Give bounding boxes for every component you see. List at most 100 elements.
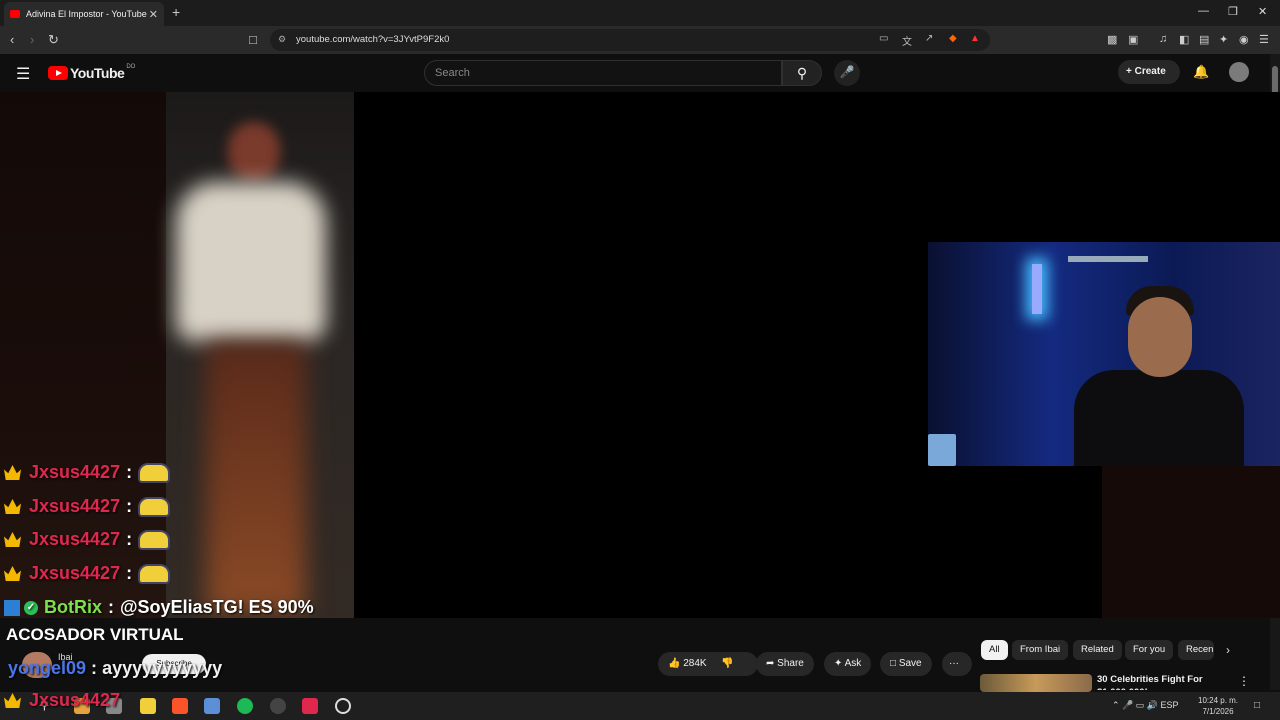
voice-search-button[interactable]: 🎤 <box>834 60 860 86</box>
tab-close-icon[interactable]: ✕ <box>149 8 158 21</box>
country-code: DO <box>126 64 136 70</box>
hamburger-menu-icon[interactable]: ☰ <box>16 64 30 84</box>
youtube-play-icon <box>48 66 68 80</box>
extensions-icon[interactable]: ▩ <box>1107 33 1117 46</box>
site-info-icon[interactable]: ⚙ <box>278 34 286 45</box>
verified-check-icon: ✓ <box>24 600 38 615</box>
chat-message: Jxsus4427 : <box>4 529 171 550</box>
language-indicator[interactable]: ESP <box>1160 700 1178 710</box>
recommended-thumbnail[interactable] <box>980 674 1092 692</box>
ask-button[interactable]: ✦ Ask <box>824 652 872 676</box>
chip-from-ibai[interactable]: From Ibai <box>1012 640 1069 660</box>
system-clock[interactable]: 10:24 p. m. 7/1/2026 <box>1198 695 1238 717</box>
spotify-icon[interactable] <box>237 698 253 714</box>
chat-username: Jxsus4427 <box>29 529 121 549</box>
chat-message-overlay: yongel09 : ayyyyyyyyyyy <box>8 658 223 678</box>
share-button[interactable]: ➦ Share <box>756 652 814 676</box>
chip-recent[interactable]: Recen <box>1178 640 1214 660</box>
windows-taskbar: ⚲ <box>0 692 1280 720</box>
maximize-button[interactable]: ❐ <box>1228 5 1238 18</box>
video-player[interactable] <box>0 92 1280 618</box>
dislike-button[interactable]: 👎 <box>721 658 733 669</box>
browser-toolbar: ‹ › ↻ □ ⚙ youtube.com/watch?v=3JYvtP9F2k… <box>0 26 1280 54</box>
emote-icon <box>138 496 171 517</box>
crown-badge-icon <box>4 566 21 581</box>
calculator-icon[interactable] <box>204 698 220 714</box>
create-label: Create <box>1134 66 1166 77</box>
reload-icon[interactable]: ↻ <box>48 32 59 48</box>
emote-app-icon[interactable] <box>140 698 156 714</box>
browser-menu-icon[interactable]: ☰ <box>1259 33 1269 46</box>
blurred-person-image <box>166 92 354 618</box>
media-icon[interactable]: ♫ <box>1159 33 1167 45</box>
recommended-title-line2[interactable]: $1,000,000! <box>1097 687 1148 690</box>
recommended-more-icon[interactable]: ⋮ <box>1238 674 1250 688</box>
create-button[interactable]: + Create <box>1118 60 1180 84</box>
translate-icon[interactable]: 文 <box>902 33 912 48</box>
account-avatar[interactable] <box>1229 62 1249 82</box>
thumbs-up-icon: 👍 <box>668 658 681 669</box>
chat-text: ayyyyyyyyyyy <box>102 658 223 678</box>
cast-icon[interactable]: ▭ <box>879 33 888 44</box>
bot-chat-message: ✓ BotRix : @SoyEliasTG! ES 90% <box>4 597 314 618</box>
brave-rewards-icon[interactable]: ▲ <box>970 33 980 44</box>
chip-all[interactable]: All <box>981 640 1008 660</box>
clock-date: 7/1/2026 <box>1202 707 1234 716</box>
search-input[interactable]: Search <box>424 60 782 86</box>
logo-text: YouTube <box>70 65 125 81</box>
sidebar-icon[interactable]: ◧ <box>1179 33 1189 46</box>
recommended-title[interactable]: 30 Celebrities Fight For <box>1097 674 1203 685</box>
chat-username: yongel09 <box>8 658 87 678</box>
like-count: 284K <box>683 658 707 669</box>
notification-center-icon[interactable]: □ <box>1254 700 1260 711</box>
search-button[interactable]: ⚲ <box>782 60 822 86</box>
close-window-button[interactable]: ✕ <box>1258 5 1267 18</box>
clock-time: 10:24 p. m. <box>1198 696 1239 705</box>
leo-ai-icon[interactable]: ✦ <box>1219 33 1228 46</box>
bookmark-save-icon: □ <box>890 658 897 669</box>
emote-icon <box>138 462 171 483</box>
minimize-button[interactable]: — <box>1198 5 1209 17</box>
chat-message: Jxsus4427 : <box>4 496 171 517</box>
vpn-icon[interactable]: ◉ <box>1239 33 1249 46</box>
brave-shields-icon[interactable]: ◆ <box>949 33 957 44</box>
more-actions-button[interactable]: ··· <box>942 652 972 676</box>
microphone-icon: 🎤 <box>839 65 855 79</box>
back-icon[interactable]: ‹ <box>10 32 14 47</box>
screenshot-icon[interactable]: ▣ <box>1128 33 1138 46</box>
forward-icon[interactable]: › <box>30 32 34 47</box>
search-icon: ⚲ <box>796 65 808 81</box>
obs-icon[interactable] <box>270 698 286 714</box>
wallet-icon[interactable]: ▤ <box>1199 33 1209 46</box>
chat-message-bottom: Jxsus4427 <box>4 690 120 711</box>
chevron-right-icon[interactable]: › <box>1226 643 1230 657</box>
system-tray[interactable]: ⌃ 🎤 ▭ 🔊 ESP <box>1112 700 1178 711</box>
chat-username: Jxsus4427 <box>29 496 121 516</box>
emote-icon <box>138 563 171 584</box>
youtube-logo[interactable]: YouTube DO <box>48 64 136 81</box>
sparkle-icon: ✦ <box>834 658 843 669</box>
notifications-bell-icon[interactable]: 🔔 <box>1193 64 1209 80</box>
chat-message: Jxsus4427 : <box>4 462 171 483</box>
crown-badge-icon <box>4 693 21 708</box>
crown-badge-icon <box>4 465 21 480</box>
streamer-webcam <box>928 242 1280 466</box>
browser-tab[interactable]: Adivina El Impostor - YouTube ✕ <box>4 2 164 26</box>
settings-taskbar-icon[interactable] <box>335 698 351 714</box>
bot-badge-icon <box>4 599 20 616</box>
like-dislike-group: 👍 284K 👎 <box>658 652 758 676</box>
bot-message: @SoyEliasTG! ES 90% <box>120 597 314 617</box>
brave-browser-icon[interactable] <box>172 698 188 714</box>
youtube-favicon-icon <box>10 10 20 18</box>
chip-related[interactable]: Related <box>1073 640 1122 660</box>
video-bottom-right <box>1102 466 1280 618</box>
like-button[interactable]: 👍 284K <box>668 658 707 669</box>
new-tab-button[interactable]: + <box>172 4 180 20</box>
save-button[interactable]: □ Save <box>880 652 932 676</box>
bookmark-icon[interactable]: □ <box>249 32 257 47</box>
youtube-header: ☰ YouTube DO Search ⚲ 🎤 + Create 🔔 <box>0 54 1280 92</box>
chat-username: Jxsus4427 <box>29 462 121 482</box>
share-page-icon[interactable]: ↗ <box>925 33 933 44</box>
red-app-icon[interactable] <box>302 698 318 714</box>
chip-for-you[interactable]: For you <box>1125 640 1174 660</box>
